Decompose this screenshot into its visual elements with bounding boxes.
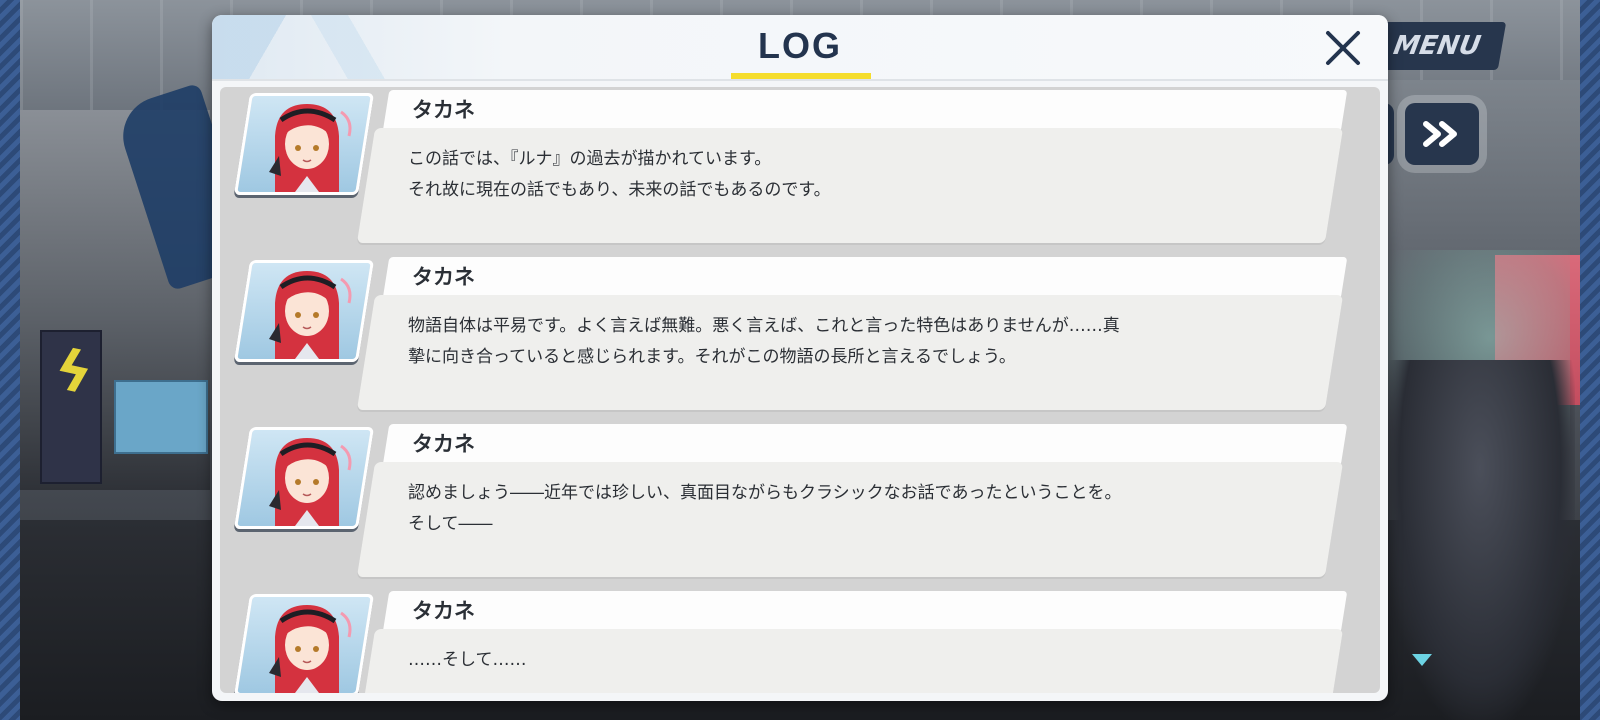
left-border-stripe [0,0,20,720]
log-entry: タカネ 物語自体は平易です。よく言えば無難。悪く言えば、これと言った特色はありま… [220,257,1380,417]
menu-button[interactable]: MENU [1367,22,1507,70]
message-text: 認めましょう――近年では珍しい、真面目ながらもクラシックなお話であったということ… [408,483,1122,534]
speaker-name: タカネ [412,98,475,122]
background-character [1385,360,1575,720]
fast-forward-button[interactable] [1405,103,1479,165]
speaker-portrait [233,594,375,693]
speaker-name-plate [382,90,1348,132]
log-entry: タカネ ……そして…… [220,591,1380,693]
close-button[interactable] [1324,29,1362,67]
log-list[interactable]: タカネ この話では、『ルナ』の過去が描かれています。 それ故に現在の話でもあり、… [220,87,1380,693]
log-entry: タカネ 認めましょう――近年では珍しい、真面目ながらもクラシックなお話であったと… [220,424,1380,584]
speaker-name-plate [382,591,1348,633]
fast-forward-icon [1423,121,1457,147]
right-border-stripe [1580,0,1600,720]
scroll-down-marker-icon [1412,654,1432,666]
speaker-name-plate [382,257,1348,299]
speaker-portrait [233,93,375,195]
log-panel: LOG タカネ この話では、『ルナ』の過去が描かれています。 それ故に現在の話で… [212,15,1388,701]
log-title-underline [731,73,871,79]
message-text: ……そして…… [408,650,527,670]
message-text: この話では、『ルナ』の過去が描かれています。 それ故に現在の話でもあり、未来の話… [408,149,831,200]
speaker-name: タカネ [412,599,475,623]
character-avatar-icon [269,104,352,192]
character-avatar-icon [269,438,352,526]
speaker-name: タカネ [412,265,475,289]
log-header: LOG [212,15,1388,81]
speaker-name-plate [382,424,1348,466]
speaker-portrait [233,427,375,529]
background-sign [114,380,208,454]
log-title: LOG [758,25,842,66]
speaker-portrait [233,260,375,362]
message-text: 物語自体は平易です。よく言えば無難。悪く言えば、これと言った特色はありませんが…… [408,316,1120,367]
close-icon [1326,31,1360,65]
log-entry: タカネ この話では、『ルナ』の過去が描かれています。 それ故に現在の話でもあり、… [220,90,1380,250]
speaker-name: タカネ [412,432,475,456]
character-avatar-icon [269,271,352,359]
character-avatar-icon [269,605,352,693]
